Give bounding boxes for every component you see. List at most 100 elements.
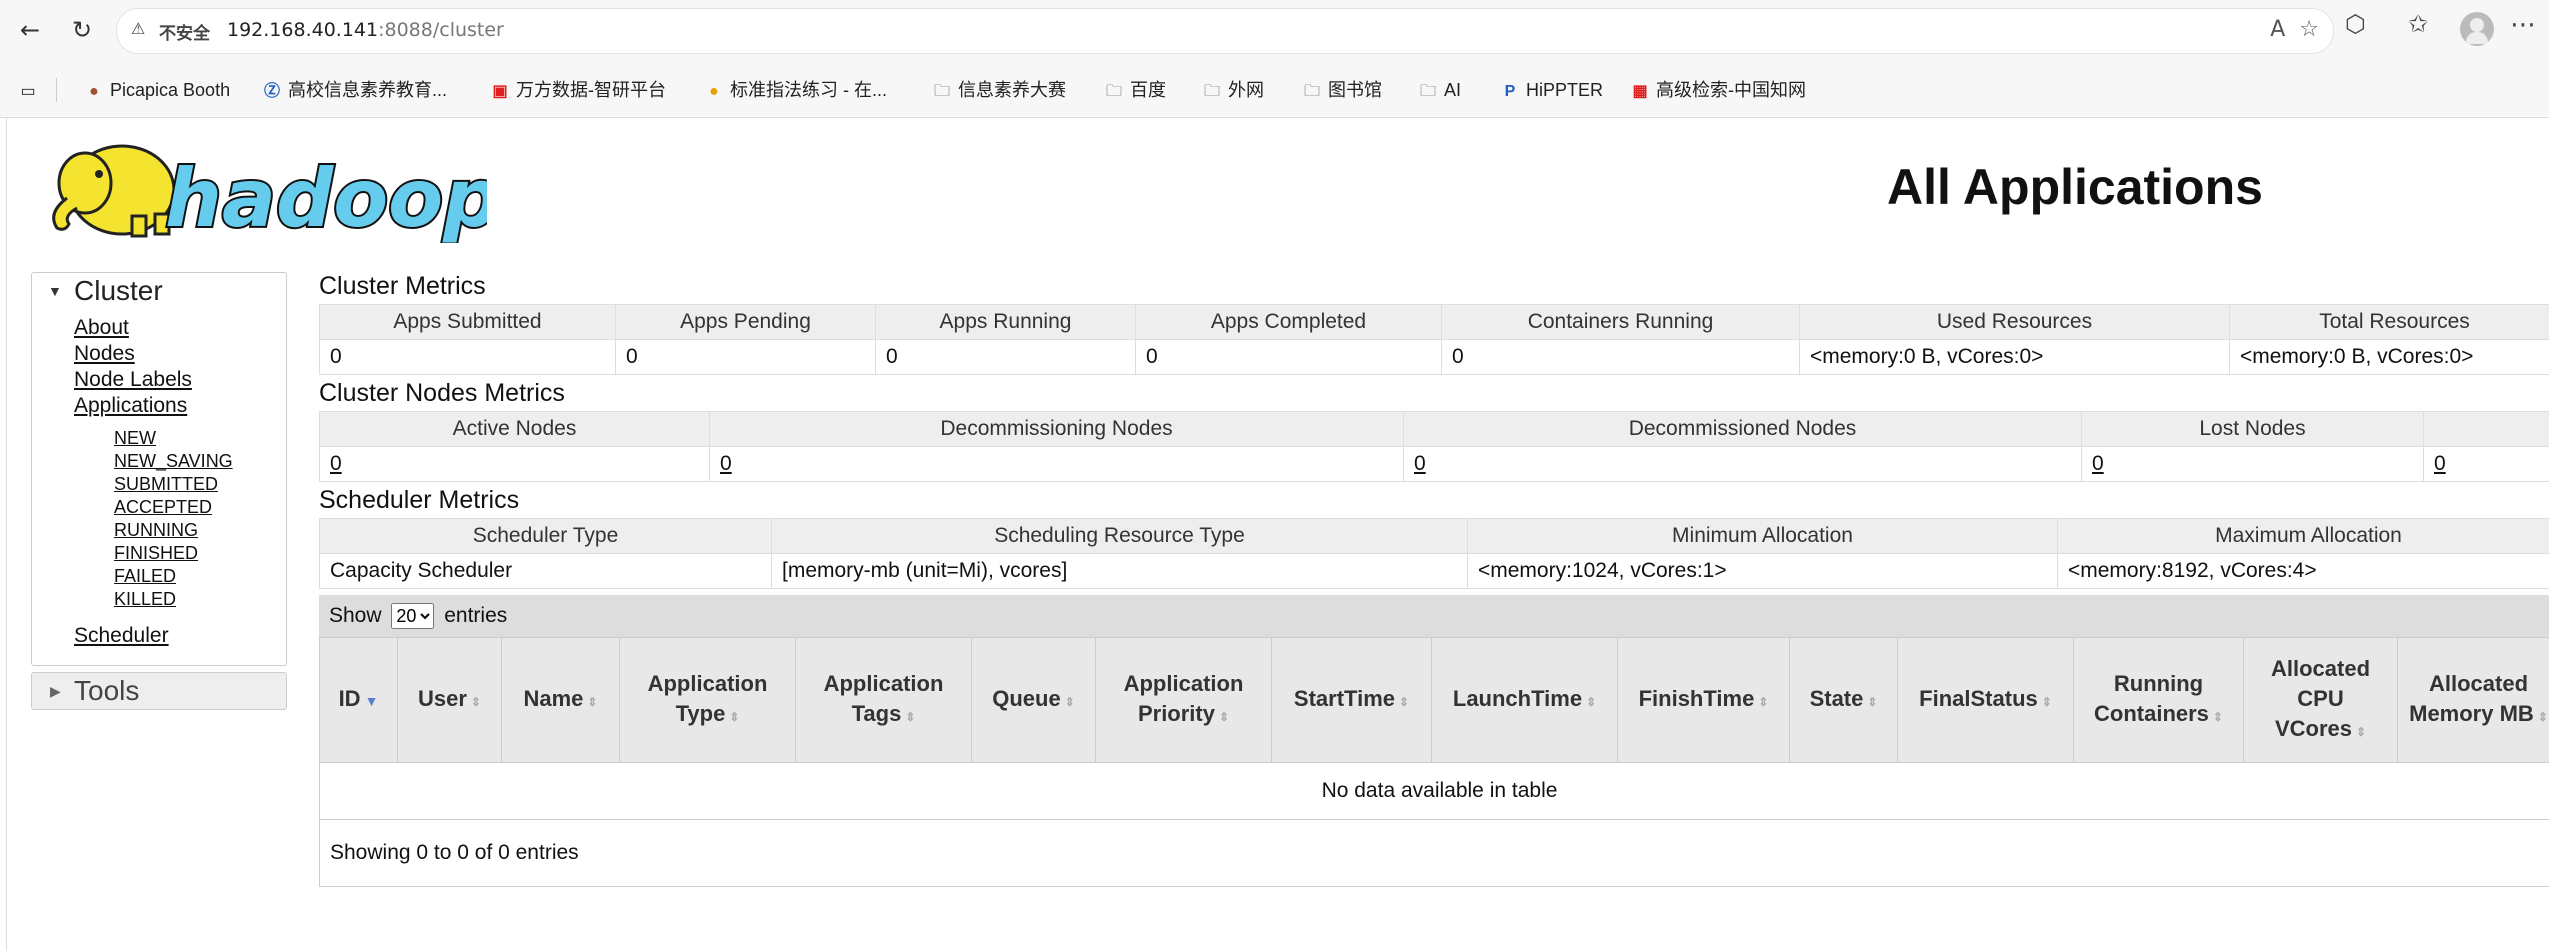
link-unhealthy-nodes[interactable]: 0 bbox=[2434, 452, 2446, 475]
val-minimum-allocation: <memory:1024, vCores:1> bbox=[1467, 553, 2058, 589]
col-header-queue[interactable]: Queue ⇕ bbox=[971, 637, 1096, 763]
sidebar-state-accepted[interactable]: ACCEPTED bbox=[114, 496, 286, 519]
back-arrow-icon[interactable]: ← bbox=[14, 14, 46, 46]
collapsed-triangle-icon: ▶ bbox=[50, 683, 61, 699]
val-apps-submitted: 0 bbox=[319, 339, 616, 375]
sort-icon: ⇕ bbox=[2537, 709, 2548, 724]
col-apps-completed: Apps Completed bbox=[1135, 304, 1442, 340]
link-decommissioning-nodes[interactable]: 0 bbox=[720, 452, 732, 475]
sidebar-state-submitted[interactable]: SUBMITTED bbox=[114, 473, 286, 496]
more-menu-icon[interactable]: ⋯ bbox=[2510, 10, 2536, 40]
folder-icon: 🗀 bbox=[1203, 83, 1220, 100]
bookmark-label: 图书馆 bbox=[1328, 80, 1382, 100]
warning-triangle-icon[interactable]: ⚠ bbox=[131, 19, 145, 38]
val-total-resources: <memory:0 B, vCores:0> bbox=[2229, 339, 2549, 375]
hadoop-logo: hadoop bbox=[52, 144, 487, 243]
node-metrics-table: Active Nodes Decommissioning Nodes Decom… bbox=[319, 411, 2549, 482]
bookmark-folder-ai[interactable]: 🗀 AI bbox=[1418, 70, 1461, 110]
sidebar-state-running[interactable]: RUNNING bbox=[114, 519, 286, 542]
sidebar-link-applications[interactable]: Applications bbox=[74, 393, 286, 419]
col-header-allocated-cpu-vcores[interactable]: Allocated CPU VCores ⇕ bbox=[2243, 637, 2398, 763]
link-decommissioned-nodes[interactable]: 0 bbox=[1414, 452, 1426, 475]
reload-icon[interactable]: ↻ bbox=[66, 14, 98, 46]
profile-avatar[interactable] bbox=[2460, 12, 2494, 46]
address-bar[interactable]: ⚠ 不安全 192.168.40.141:8088/cluster A ☆ bbox=[116, 8, 2334, 54]
cluster-metrics-table: Apps Submitted Apps Pending Apps Running… bbox=[319, 304, 2549, 375]
sidebar-link-scheduler[interactable]: Scheduler bbox=[74, 623, 286, 649]
bookmark-typing[interactable]: ● 标准指法练习 - 在... bbox=[704, 70, 887, 110]
reading-list-icon[interactable]: ▭ bbox=[18, 70, 44, 110]
col-apps-running: Apps Running bbox=[875, 304, 1136, 340]
col-minimum-allocation: Minimum Allocation bbox=[1467, 518, 2058, 554]
sort-icon: ⇕ bbox=[1758, 694, 1769, 709]
col-apps-submitted: Apps Submitted bbox=[319, 304, 616, 340]
sidebar-state-killed[interactable]: KILLED bbox=[114, 588, 286, 611]
val-apps-running: 0 bbox=[875, 339, 1136, 375]
url-text[interactable]: 192.168.40.141:8088/cluster bbox=[227, 19, 504, 41]
bookmark-cnki[interactable]: ▦ 高级检索-中国知网 bbox=[1630, 70, 1806, 110]
col-header-running-containers[interactable]: Running Containers ⇕ bbox=[2073, 637, 2244, 763]
col-header-application-priority[interactable]: Application Priority ⇕ bbox=[1095, 637, 1272, 763]
insecure-label[interactable]: 不安全 bbox=[159, 19, 210, 44]
col-header-application-tags[interactable]: Application Tags ⇕ bbox=[795, 637, 972, 763]
sort-icon: ⇕ bbox=[729, 709, 740, 724]
bookmark-picapica[interactable]: ● Picapica Booth bbox=[84, 70, 230, 110]
sidebar-state-finished[interactable]: FINISHED bbox=[114, 542, 286, 565]
col-total-resources: Total Resources bbox=[2229, 304, 2549, 340]
sidebar-state-new[interactable]: NEW bbox=[114, 427, 286, 450]
bookmark-gaoxiao[interactable]: Ⓩ 高校信息素养教育... bbox=[262, 70, 447, 110]
bookmark-folder-baidu[interactable]: 🗀 百度 bbox=[1104, 70, 1166, 110]
scheduler-metrics-table: Scheduler Type Scheduling Resource Type … bbox=[319, 518, 2549, 589]
col-header-finalstatus[interactable]: FinalStatus ⇕ bbox=[1897, 637, 2074, 763]
col-decommissioning-nodes: Decommissioning Nodes bbox=[709, 411, 1404, 447]
node-metrics-title: Cluster Nodes Metrics bbox=[319, 379, 565, 407]
bookmarks-divider bbox=[56, 78, 57, 102]
logo-wordmark: hadoop bbox=[165, 152, 487, 243]
favorites-icon[interactable]: ✩ bbox=[2408, 10, 2428, 38]
entries-label: entries bbox=[444, 604, 508, 627]
col-header-name[interactable]: Name ⇕ bbox=[501, 637, 620, 763]
sort-icon: ⇕ bbox=[1586, 694, 1597, 709]
bookmark-folder-library[interactable]: 🗀 图书馆 bbox=[1302, 70, 1382, 110]
sort-icon: ⇕ bbox=[2212, 709, 2223, 724]
read-aloud-icon[interactable]: A bbox=[2270, 17, 2285, 42]
url-host: 192.168.40.141 bbox=[227, 19, 379, 41]
cluster-section-title: Cluster bbox=[74, 275, 163, 306]
url-path: :8088/cluster bbox=[378, 19, 504, 41]
col-scheduler-type: Scheduler Type bbox=[319, 518, 772, 554]
page-size-select[interactable]: 20 bbox=[391, 603, 435, 630]
col-header-id[interactable]: ID ▼ bbox=[319, 637, 398, 763]
col-header-state[interactable]: State ⇕ bbox=[1789, 637, 1898, 763]
col-header-finishtime[interactable]: FinishTime ⇕ bbox=[1617, 637, 1790, 763]
sidebar-link-nodes[interactable]: Nodes bbox=[74, 341, 286, 367]
sidebar-state-new-saving[interactable]: NEW_SAVING bbox=[114, 450, 286, 473]
col-apps-pending: Apps Pending bbox=[615, 304, 876, 340]
val-scheduling-resource-type: [memory-mb (unit=Mi), vcores] bbox=[771, 553, 1468, 589]
sort-icon: ⇕ bbox=[1064, 694, 1075, 709]
sidebar-link-about[interactable]: About bbox=[74, 315, 286, 341]
page-title: All Applications bbox=[1887, 159, 2263, 215]
bookmark-folder-xinxi[interactable]: 🗀 信息素养大赛 bbox=[932, 70, 1066, 110]
cluster-metrics-title: Cluster Metrics bbox=[319, 272, 486, 300]
browser-chrome: ← ↻ ⚠ 不安全 192.168.40.141:8088/cluster A … bbox=[0, 0, 2549, 118]
col-header-starttime[interactable]: StartTime ⇕ bbox=[1271, 637, 1432, 763]
sidebar-state-failed[interactable]: FAILED bbox=[114, 565, 286, 588]
favorite-star-icon[interactable]: ☆ bbox=[2299, 17, 2319, 42]
col-header-user[interactable]: User ⇕ bbox=[397, 637, 502, 763]
cluster-section-header[interactable]: ▼ Cluster bbox=[32, 273, 286, 309]
val-used-resources: <memory:0 B, vCores:0> bbox=[1799, 339, 2230, 375]
col-header-allocated-memory-mb[interactable]: Allocated Memory MB ⇕ bbox=[2397, 637, 2549, 763]
sidebar-link-node-labels[interactable]: Node Labels bbox=[74, 367, 286, 393]
col-header-launchtime[interactable]: LaunchTime ⇕ bbox=[1431, 637, 1618, 763]
link-lost-nodes[interactable]: 0 bbox=[2092, 452, 2104, 475]
empty-table-message: No data available in table bbox=[319, 762, 2549, 820]
extensions-icon[interactable]: ⬡ bbox=[2345, 10, 2366, 38]
col-header-application-type[interactable]: Application Type ⇕ bbox=[619, 637, 796, 763]
bookmark-folder-waiwang[interactable]: 🗀 外网 bbox=[1202, 70, 1264, 110]
bookmark-wanfang[interactable]: ▣ 万方数据-智研平台 bbox=[490, 70, 666, 110]
bookmark-label: 信息素养大赛 bbox=[958, 80, 1066, 100]
col-used-resources: Used Resources bbox=[1799, 304, 2230, 340]
tools-section-header[interactable]: ▶ Tools bbox=[31, 672, 287, 710]
link-active-nodes[interactable]: 0 bbox=[330, 452, 342, 475]
bookmark-hippter[interactable]: P HiPPTER bbox=[1500, 70, 1603, 110]
